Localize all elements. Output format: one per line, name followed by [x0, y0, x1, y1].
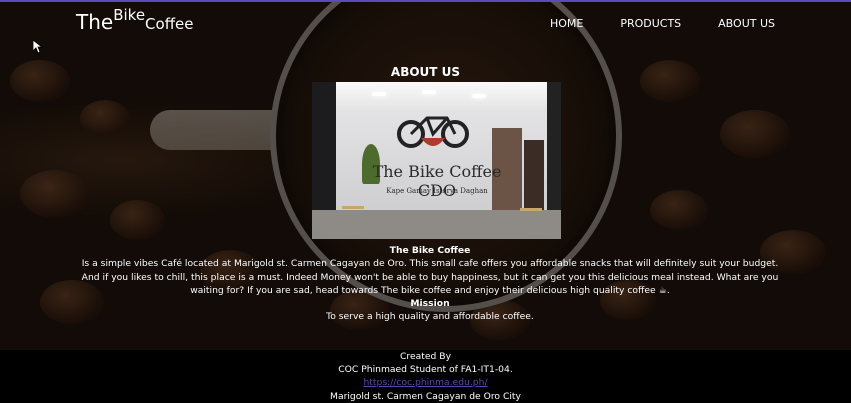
- nav-about-us[interactable]: ABOUT US: [718, 17, 775, 30]
- about-content: The Bike Coffee Is a simple vibes Café l…: [80, 244, 780, 324]
- footer-address: Marigold st. Carmen Cagayan de Oro City: [330, 390, 521, 402]
- footer-website-link[interactable]: https://coc.phinma.edu.ph/: [363, 377, 487, 388]
- top-accent-line: [0, 0, 851, 2]
- brand-bike: Bike: [113, 6, 146, 24]
- cafe-photo: The Bike Coffee CDO Kape Gamay Istorya D…: [312, 82, 561, 239]
- mouse-cursor-icon: [33, 40, 43, 54]
- about-heading: The Bike Coffee: [389, 245, 471, 256]
- page-title: ABOUT US: [390, 65, 461, 79]
- brand-logo[interactable]: TheBikeCoffee: [76, 6, 194, 34]
- about-description: Is a simple vibes Café located at Marigo…: [81, 258, 779, 296]
- bike-logo-icon: [397, 116, 469, 148]
- brand-the: The: [76, 10, 114, 34]
- nav-home[interactable]: HOME: [550, 17, 583, 30]
- footer-created-by: Created By: [399, 351, 452, 362]
- footer-author: COC Phinmaed Student of FA1-IT1-04.: [338, 364, 513, 376]
- photo-tagline-text: Kape Gamay Istorya Daghan: [386, 187, 488, 195]
- mission-heading: Mission: [410, 298, 450, 310]
- main-nav: HOME PRODUCTS ABOUT US: [550, 17, 775, 30]
- footer: Created By COC Phinmaed Student of FA1-I…: [0, 350, 851, 403]
- mission-text: To serve a high quality and affordable c…: [326, 311, 534, 323]
- brand-coffee: Coffee: [145, 15, 194, 33]
- nav-products[interactable]: PRODUCTS: [620, 17, 681, 30]
